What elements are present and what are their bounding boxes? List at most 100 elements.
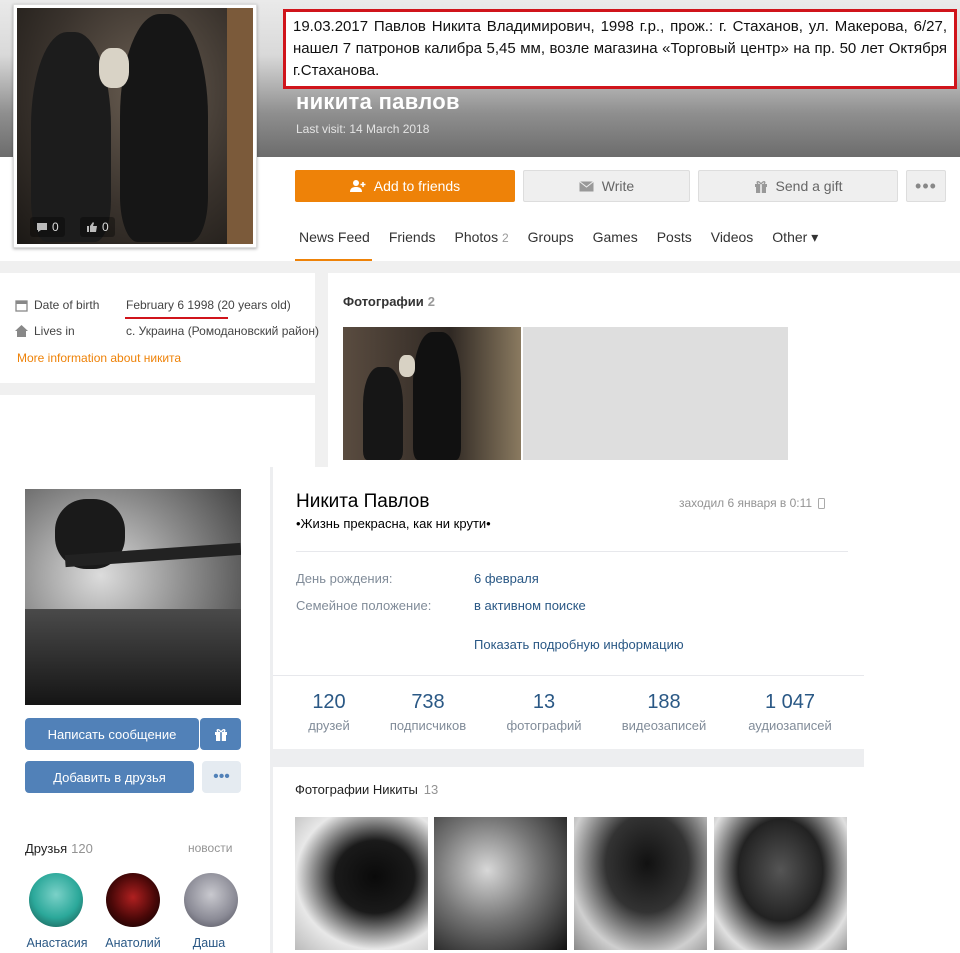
- counter-audio[interactable]: 1 047 аудиозаписей: [735, 691, 845, 733]
- send-message-label: Написать сообщение: [47, 726, 177, 742]
- birth-value: February 6 1998 (20 years old): [126, 298, 291, 312]
- add-to-friends-label: Add to friends: [373, 178, 461, 194]
- photo-thumbnail-placeholder[interactable]: [523, 327, 788, 460]
- thumbs-up-icon: [87, 222, 97, 232]
- vk-status-text[interactable]: •Жизнь прекрасна, как ни крути•: [296, 516, 491, 531]
- divider: [296, 551, 848, 552]
- vk-add-friend-label: Добавить в друзья: [53, 769, 166, 785]
- more-dots-icon: •••: [915, 175, 937, 196]
- counter-number: 13: [532, 691, 556, 713]
- counter-number: 188: [647, 691, 681, 713]
- send-message-button[interactable]: Написать сообщение: [25, 718, 199, 750]
- vk-photo-thumbnail[interactable]: [714, 817, 847, 950]
- news-clipping: 19.03.2017 Павлов Никита Владимирович, 1…: [283, 9, 957, 89]
- friend-name[interactable]: Анатолий: [97, 936, 169, 950]
- vk-profile-avatar[interactable]: [25, 489, 241, 705]
- tab-count: 2: [501, 231, 509, 245]
- tab-news-feed[interactable]: News Feed: [299, 229, 370, 246]
- more-actions-button[interactable]: •••: [906, 170, 946, 202]
- tab-other[interactable]: Other ▾: [772, 229, 818, 246]
- vk-photos-heading[interactable]: Фотографии Никиты 13: [295, 782, 438, 797]
- tab-label: Other ▾: [772, 229, 819, 245]
- send-gift-button[interactable]: Send a gift: [698, 170, 898, 202]
- vk-photo-thumbnail[interactable]: [434, 817, 567, 950]
- friends-heading[interactable]: Друзья 120: [25, 841, 93, 856]
- more-info-link[interactable]: More information about никита: [17, 351, 181, 365]
- likes-count: 0: [102, 220, 109, 234]
- birthday-label: День рождения:: [296, 571, 393, 586]
- counter-photos[interactable]: 13 фотографий: [489, 691, 599, 733]
- friend-avatar[interactable]: [106, 873, 160, 927]
- likes-counter[interactable]: 0: [80, 217, 115, 237]
- show-details-link[interactable]: Показать подробную информацию: [474, 637, 684, 652]
- friends-count: 120: [71, 841, 93, 856]
- vk-gift-button[interactable]: [200, 718, 241, 750]
- vk-photo-thumbnail[interactable]: [574, 817, 707, 950]
- location-label: Lives in: [34, 324, 75, 338]
- counter-number: 120: [312, 691, 346, 713]
- more-dots-icon: •••: [213, 768, 230, 785]
- friends-news-link[interactable]: новости: [188, 841, 232, 855]
- mobile-phone-icon: [818, 497, 826, 509]
- relationship-value[interactable]: в активном поиске: [474, 598, 586, 613]
- gift-icon: [754, 181, 767, 193]
- counter-label: видеозаписей: [621, 718, 707, 733]
- divider: [273, 675, 864, 676]
- send-gift-label: Send a gift: [775, 178, 843, 194]
- vk-last-seen: заходил 6 января в 0:11: [679, 496, 826, 510]
- counter-friends[interactable]: 120 друзей: [274, 691, 384, 733]
- tab-games[interactable]: Games: [593, 229, 638, 246]
- home-icon: [15, 325, 28, 337]
- gift-icon: [214, 729, 227, 741]
- tab-photos[interactable]: Photos 2: [455, 229, 509, 246]
- profile-avatar[interactable]: 0 0: [13, 4, 257, 248]
- tab-friends[interactable]: Friends: [389, 229, 436, 246]
- profile-tabs: News Feed Friends Photos 2 Groups Games …: [299, 229, 837, 246]
- profile-name: никита павлов: [296, 89, 460, 114]
- calendar-icon: [15, 299, 28, 312]
- comments-counter[interactable]: 0: [30, 217, 65, 237]
- location-value: с. Украина (Ромодановский район): [126, 324, 320, 338]
- relationship-label: Семейное положение:: [296, 598, 432, 613]
- birthday-value[interactable]: 6 февраля: [474, 571, 539, 586]
- friend-avatar[interactable]: [184, 873, 238, 927]
- tab-label: Posts: [656, 229, 692, 245]
- counter-label: друзей: [308, 718, 350, 733]
- counter-label: фотографий: [506, 718, 582, 733]
- photos-title: Фотографии: [343, 294, 424, 309]
- vk-add-friend-button[interactable]: Добавить в друзья: [25, 761, 194, 793]
- friends-title: Друзья: [25, 841, 68, 856]
- friend-name[interactable]: Анастасия: [20, 936, 94, 950]
- tab-label: Games: [592, 229, 638, 245]
- envelope-icon: [578, 180, 594, 191]
- vk-more-button[interactable]: •••: [202, 761, 241, 793]
- add-to-friends-button[interactable]: Add to friends: [295, 170, 515, 202]
- add-user-icon: [349, 180, 366, 192]
- vk-photos-count: 13: [423, 782, 439, 797]
- friend-name[interactable]: Даша: [178, 936, 240, 950]
- info-row-birth: Date of birth February 6 1998 (20 years …: [15, 298, 291, 312]
- tab-label: Groups: [527, 229, 574, 245]
- vk-photo-thumbnail[interactable]: [295, 817, 428, 950]
- counter-number: 738: [411, 691, 445, 713]
- info-row-location: Lives in с. Украина (Ромодановский район…: [15, 324, 319, 338]
- photos-count: 2: [427, 294, 436, 309]
- vk-photos-title: Фотографии Никиты: [295, 782, 418, 797]
- friend-avatar[interactable]: [29, 873, 83, 927]
- info-panel-lower: [0, 395, 315, 467]
- tab-posts[interactable]: Posts: [657, 229, 692, 246]
- photo-thumbnail[interactable]: [343, 327, 521, 460]
- write-button[interactable]: Write: [523, 170, 690, 202]
- vk-profile-name: Никита Павлов: [296, 491, 430, 512]
- last-visit: Last visit: 14 March 2018: [296, 122, 430, 136]
- photos-heading: Фотографии 2: [343, 294, 435, 309]
- active-tab-indicator: [295, 259, 372, 261]
- tab-groups[interactable]: Groups: [528, 229, 574, 246]
- birth-label: Date of birth: [34, 298, 100, 312]
- counter-label: подписчиков: [389, 718, 467, 733]
- counter-videos[interactable]: 188 видеозаписей: [609, 691, 719, 733]
- highlight-underline: [125, 317, 228, 319]
- counter-followers[interactable]: 738 подписчиков: [373, 691, 483, 733]
- tab-label: News Feed: [299, 229, 370, 245]
- tab-videos[interactable]: Videos: [711, 229, 754, 246]
